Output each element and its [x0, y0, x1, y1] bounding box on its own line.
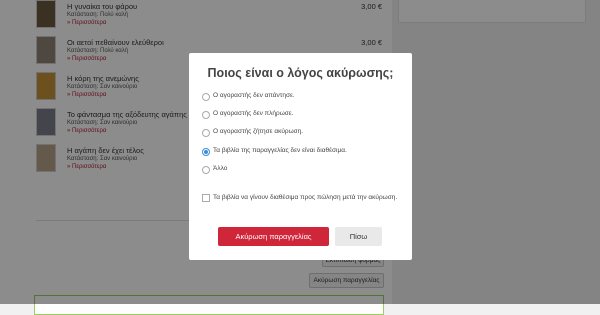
back-button[interactable]: Πίσω: [335, 227, 382, 246]
radio-button[interactable]: [202, 148, 210, 156]
reason-label[interactable]: Άλλο: [213, 165, 227, 172]
cancel-reason-dialog: Ποιος είναι ο λόγος ακύρωσης; Ο αγοραστή…: [189, 53, 412, 260]
radio-button[interactable]: [202, 129, 210, 137]
radio-button[interactable]: [202, 111, 210, 119]
make-available-label[interactable]: Τα βιβλία να γίνουν διαθέσιμα προς πώλησ…: [213, 193, 398, 203]
make-available-checkbox[interactable]: [202, 194, 210, 202]
dialog-title: Ποιος είναι ο λόγος ακύρωσης;: [207, 66, 394, 80]
reason-label[interactable]: Ο αγοραστής ζήτησε ακύρωση.: [213, 128, 303, 135]
radio-button[interactable]: [202, 93, 210, 101]
radio-button[interactable]: [202, 166, 210, 174]
reason-label[interactable]: Τα βιβλία της παραγγελίας δεν είναι διαθ…: [213, 147, 347, 154]
reason-label[interactable]: Ο αγοραστής δεν πλήρωσε.: [213, 110, 293, 117]
reason-label[interactable]: Ο αγοραστής δεν απάντησε.: [213, 92, 295, 99]
confirm-cancel-order-button[interactable]: Ακύρωση παραγγελίας: [218, 227, 329, 246]
